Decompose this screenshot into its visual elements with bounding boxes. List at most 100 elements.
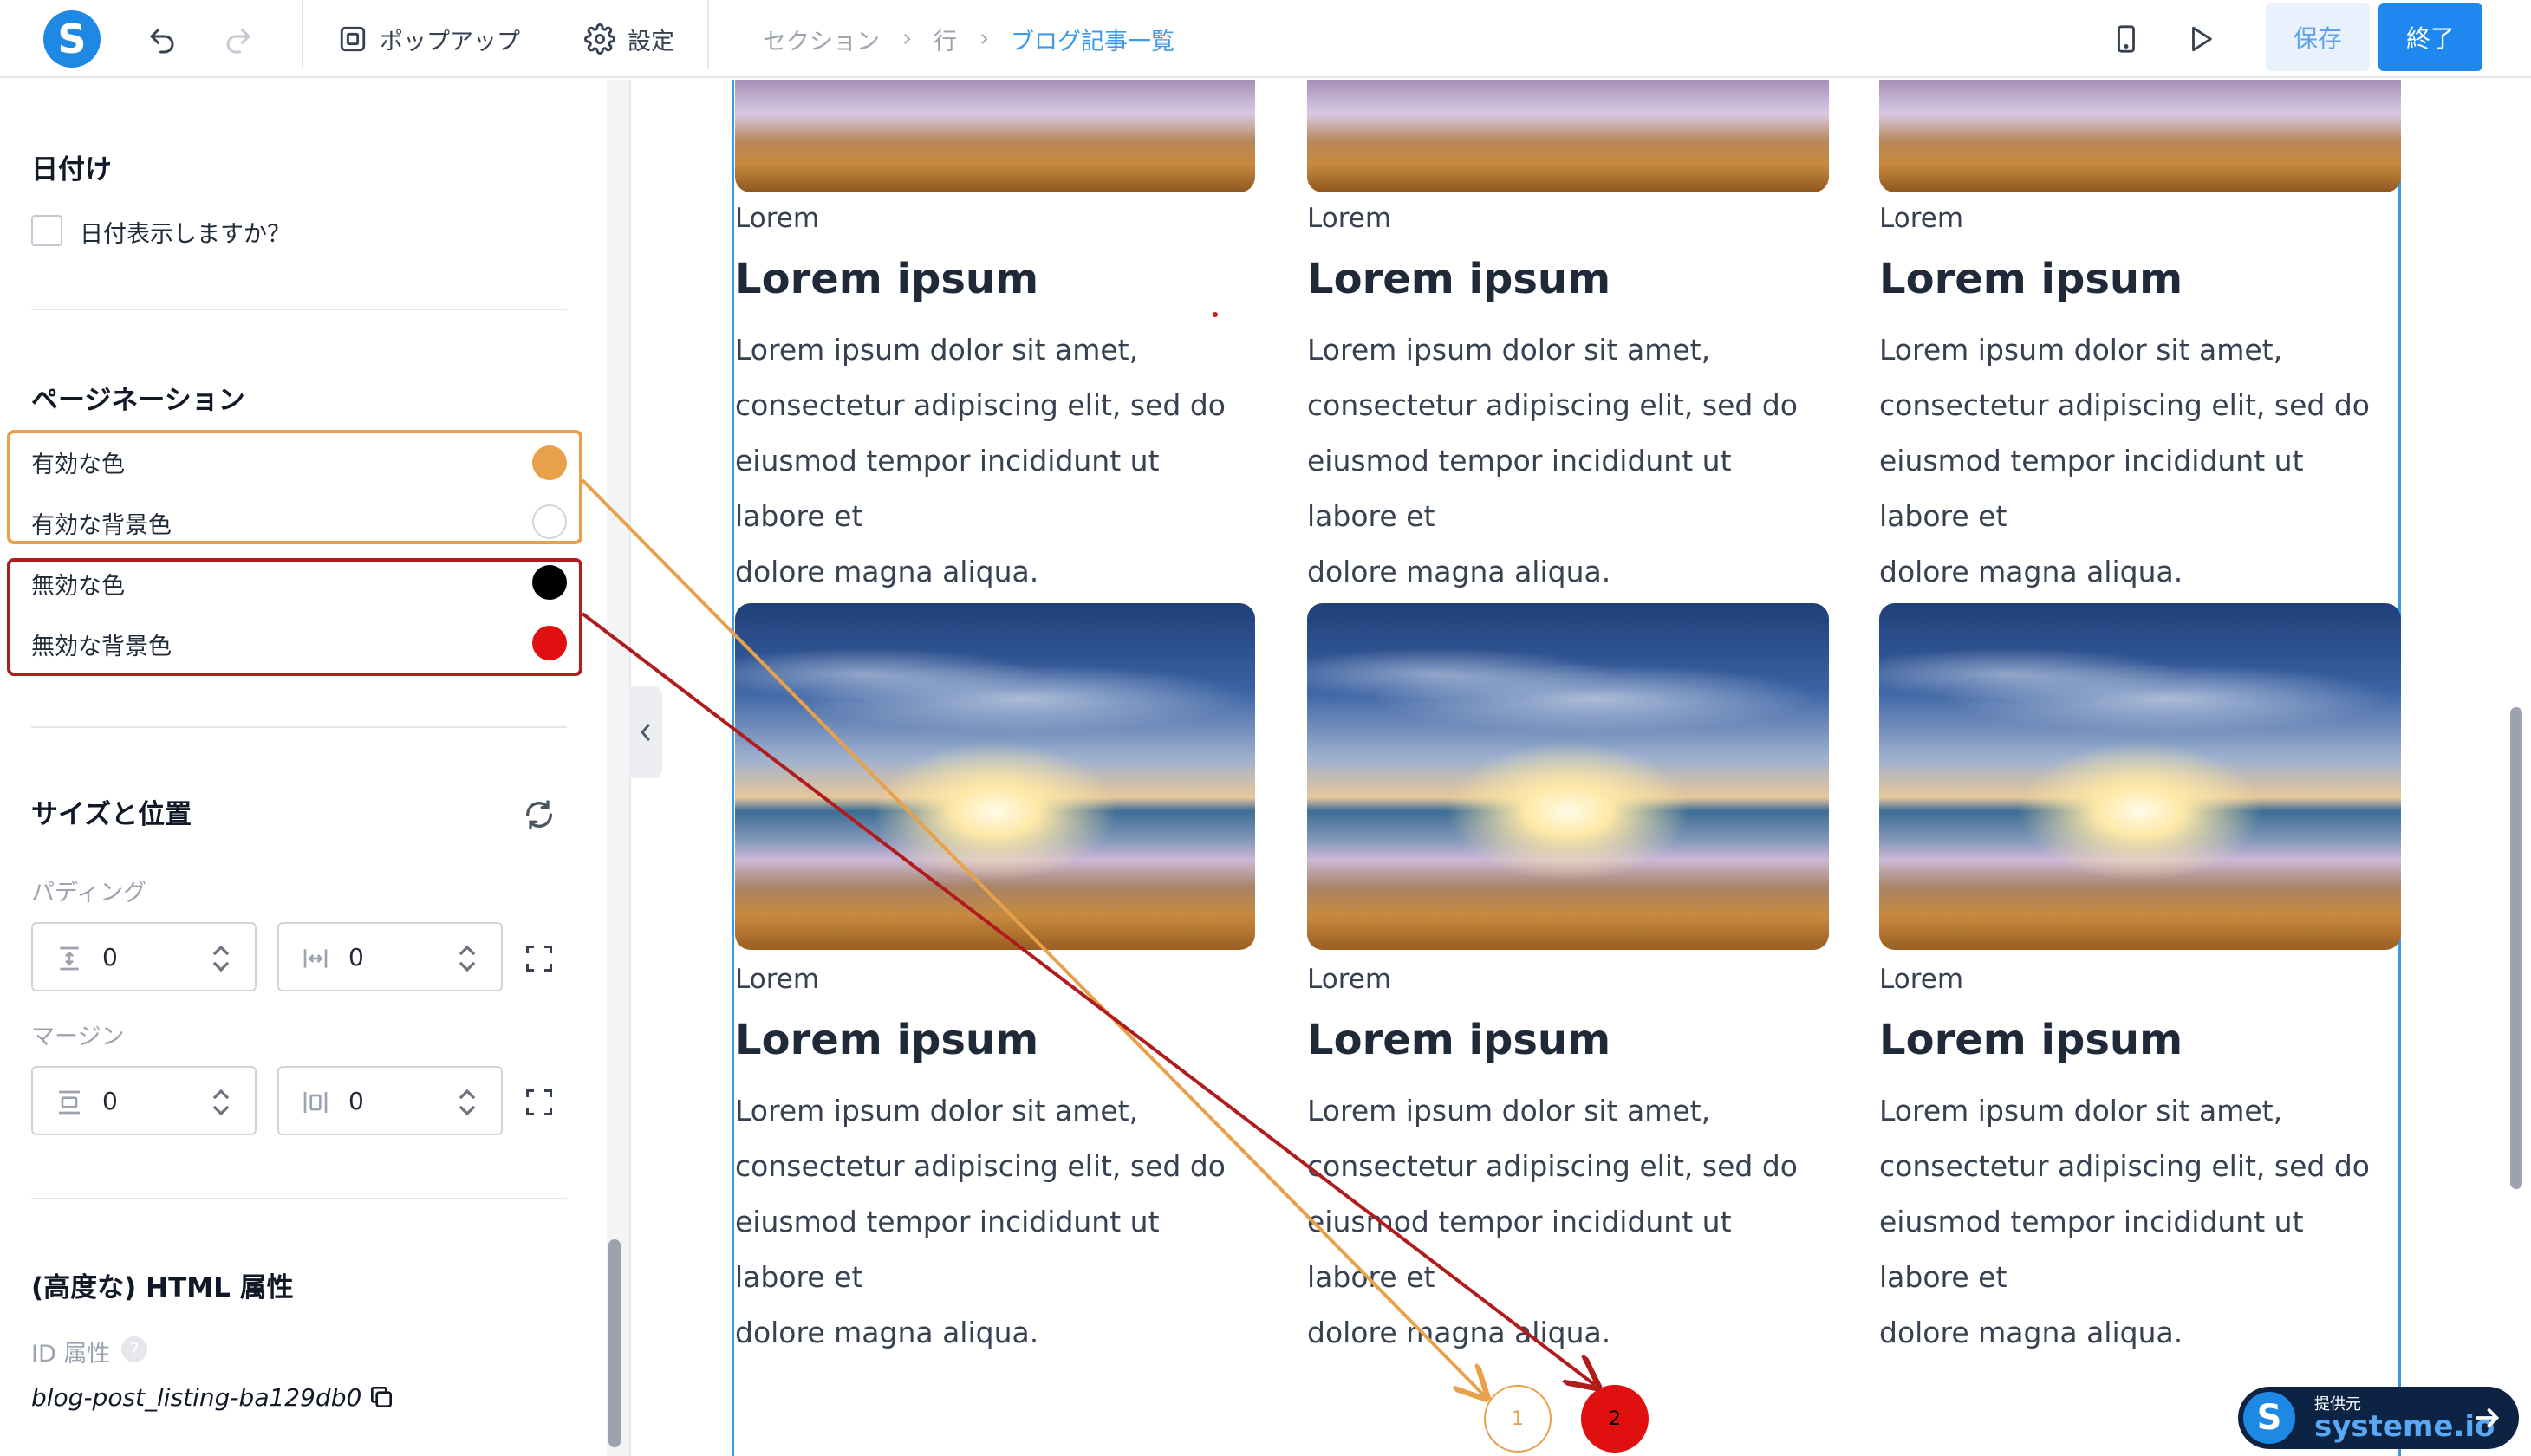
systeme-logo: S	[2243, 1392, 2295, 1444]
id-attribute-value[interactable]: blog-post_listing-ba129db0	[31, 1383, 361, 1412]
post-image[interactable]	[1879, 80, 2401, 192]
margin-vertical-icon	[59, 1090, 80, 1115]
post-category: Lorem	[1307, 964, 1392, 995]
collapse-panel-button[interactable]	[629, 686, 662, 778]
show-date-checkbox[interactable]	[31, 215, 62, 246]
id-attribute-label: ID 属性	[31, 1341, 111, 1368]
post-title[interactable]: Lorem ipsum	[1879, 1016, 2183, 1064]
active-bg-swatch[interactable]	[532, 504, 567, 539]
inactive-color-swatch[interactable]	[532, 565, 567, 600]
pagination-section-title: ページネーション	[31, 385, 245, 416]
expand-padding-icon[interactable]	[524, 943, 555, 974]
padding-horizontal-input[interactable]: 0	[277, 922, 503, 991]
settings-panel	[0, 80, 603, 1456]
post-title[interactable]: Lorem ipsum	[1307, 255, 1610, 303]
post-title[interactable]: Lorem ipsum	[1307, 1016, 1610, 1064]
inactive-bg-label: 無効な背景色	[31, 634, 172, 660]
post-excerpt: Lorem ipsum dolor sit amet, consectetur a…	[1879, 333, 2370, 588]
advanced-attributes-title: (高度な) HTML 属性	[31, 1272, 294, 1303]
post-image[interactable]	[1307, 603, 1829, 950]
padding-horizontal-icon	[303, 949, 328, 968]
cursor-marker	[1213, 312, 1218, 317]
margin-vertical-value: 0	[102, 1087, 118, 1115]
margin-label: マージン	[31, 1024, 125, 1050]
stepper-icon	[459, 1089, 476, 1116]
reset-icon[interactable]	[522, 797, 556, 832]
top-toolbar: S ポップアップ 設定 セクション 行 ブログ記事一覧 保存 終了	[0, 0, 2531, 78]
popup-icon	[340, 26, 366, 52]
undo-icon[interactable]	[139, 16, 185, 62]
divider	[31, 76, 567, 78]
pagination-page-2[interactable]: 2	[1581, 1385, 1649, 1453]
post-category: Lorem	[1879, 964, 1964, 995]
breadcrumb-blog-list[interactable]: ブログ記事一覧	[1011, 23, 1174, 56]
breadcrumb-row[interactable]: 行	[934, 23, 957, 56]
post-excerpt: Lorem ipsum dolor sit amet, consectetur a…	[1879, 1094, 2370, 1349]
play-preview-icon[interactable]	[2177, 16, 2224, 62]
done-button[interactable]: 終了	[2378, 3, 2482, 71]
popup-button[interactable]: ポップアップ	[338, 16, 520, 62]
divider	[31, 1198, 567, 1199]
active-bg-label: 有効な背景色	[31, 512, 172, 539]
post-title[interactable]: Lorem ipsum	[735, 1016, 1038, 1064]
post-title[interactable]: Lorem ipsum	[1879, 255, 2183, 303]
panel-scrollbar-thumb[interactable]	[608, 1239, 621, 1447]
padding-vertical-icon	[60, 946, 79, 971]
inactive-color-label: 無効な色	[31, 573, 125, 600]
settings-label: 設定	[628, 28, 674, 55]
post-excerpt: Lorem ipsum dolor sit amet, consectetur a…	[735, 1094, 1226, 1349]
help-icon[interactable]: ?	[121, 1336, 147, 1362]
stepper-icon	[212, 945, 230, 972]
padding-vertical-value: 0	[102, 943, 118, 972]
post-image[interactable]	[1307, 80, 1829, 192]
post-title[interactable]: Lorem ipsum	[735, 255, 1038, 303]
show-date-label: 日付表示しますか？	[80, 221, 290, 248]
size-position-title: サイズと位置	[31, 799, 192, 830]
margin-horizontal-input[interactable]: 0	[277, 1066, 503, 1135]
chevron-left-icon	[641, 723, 650, 742]
active-color-swatch[interactable]	[532, 445, 567, 480]
divider	[31, 726, 567, 728]
app-logo[interactable]: S	[43, 10, 101, 68]
post-category: Lorem	[735, 203, 820, 234]
margin-horizontal-value: 0	[348, 1087, 364, 1115]
breadcrumb-section[interactable]: セクション	[763, 23, 880, 56]
canvas-scrollbar-thumb[interactable]	[2510, 707, 2522, 1189]
stepper-icon	[212, 1089, 230, 1116]
powered-by-badge[interactable]: S 提供元 systeme.io	[2238, 1387, 2519, 1449]
settings-button[interactable]: 設定	[584, 16, 674, 62]
margin-vertical-input[interactable]: 0	[31, 1066, 257, 1135]
breadcrumb: セクション 行 ブログ記事一覧	[763, 16, 1174, 62]
post-excerpt: Lorem ipsum dolor sit amet, consectetur a…	[735, 333, 1226, 588]
toolbar-divider	[302, 0, 303, 69]
padding-vertical-input[interactable]: 0	[31, 922, 257, 991]
date-section-title: 日付け	[31, 154, 112, 185]
pagination-page-1[interactable]: 1	[1484, 1385, 1552, 1453]
divider	[31, 309, 567, 310]
chevron-right-icon	[976, 31, 992, 47]
post-category: Lorem	[735, 964, 820, 995]
expand-margin-icon[interactable]	[524, 1087, 555, 1118]
post-category: Lorem	[1879, 203, 1964, 234]
redo-icon[interactable]	[215, 16, 262, 62]
mobile-preview-icon[interactable]	[2103, 16, 2150, 62]
stepper-icon	[459, 945, 476, 972]
save-button[interactable]: 保存	[2266, 3, 2370, 71]
chevron-right-icon	[899, 31, 914, 47]
margin-horizontal-icon	[303, 1092, 328, 1113]
post-image[interactable]	[735, 80, 1255, 192]
gear-icon	[584, 23, 615, 55]
copy-icon[interactable]	[368, 1383, 397, 1413]
post-category: Lorem	[1307, 203, 1392, 234]
badge-brand: systeme.io	[2314, 1409, 2495, 1444]
post-image[interactable]	[1879, 603, 2401, 950]
post-excerpt: Lorem ipsum dolor sit amet, consectetur a…	[1307, 1094, 1798, 1349]
toolbar-divider	[707, 0, 709, 69]
inactive-bg-swatch[interactable]	[532, 626, 567, 660]
active-color-label: 有効な色	[31, 452, 125, 478]
padding-label: パディング	[31, 880, 147, 907]
post-image[interactable]	[735, 603, 1255, 950]
post-excerpt: Lorem ipsum dolor sit amet, consectetur a…	[1307, 333, 1798, 588]
arrow-right-icon	[2476, 1408, 2500, 1427]
padding-horizontal-value: 0	[348, 943, 364, 972]
